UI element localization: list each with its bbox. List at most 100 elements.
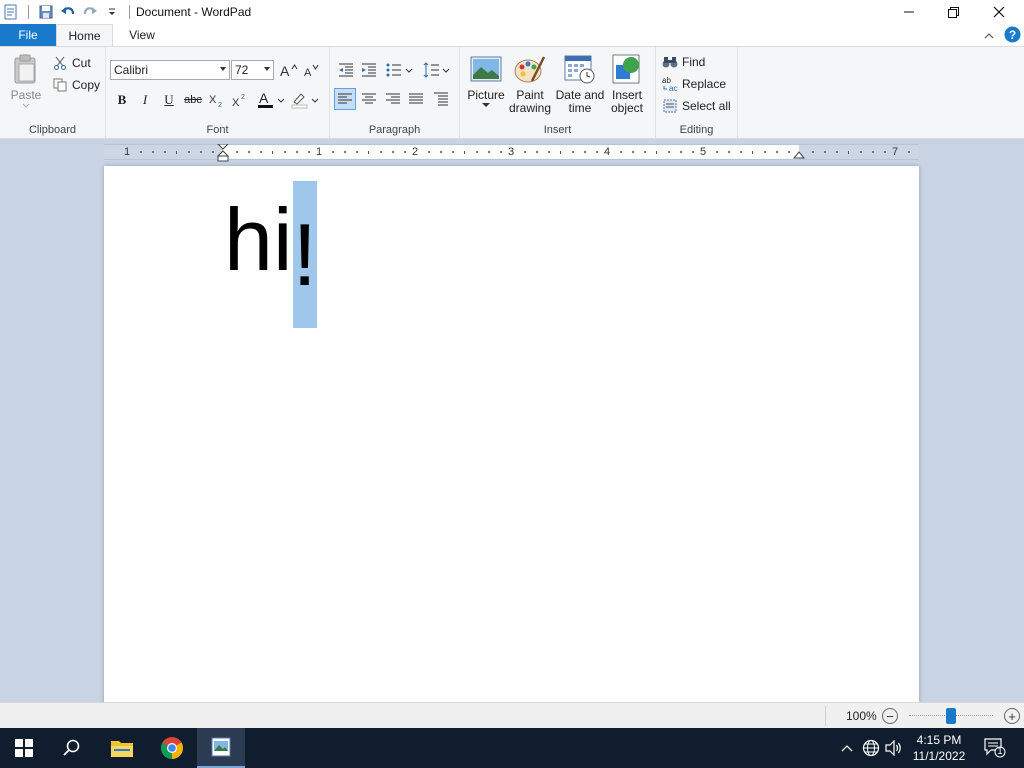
paste-icon [14, 54, 36, 84]
network-button[interactable] [861, 738, 881, 758]
clock[interactable]: 4:15 PM 11/1/2022 [905, 732, 973, 764]
subscript-button[interactable]: X2 [206, 89, 228, 111]
paragraph-settings-button[interactable] [430, 88, 452, 110]
picture-icon [470, 56, 502, 82]
tab-file[interactable]: File [0, 24, 56, 46]
ruler[interactable]: 1 1 2 3 4 5 7 [104, 144, 919, 162]
copy-button[interactable]: Copy [52, 75, 100, 95]
zoom-level[interactable]: 100% [846, 709, 877, 723]
clipboard-group: Paste Cut Copy Clipboard [0, 47, 106, 139]
ruler-tick [884, 151, 886, 153]
notification-count-badge: 1 [997, 746, 1003, 756]
ruler-tick [332, 151, 334, 153]
wordpad-app-icon[interactable] [0, 1, 22, 23]
cut-button[interactable]: Cut [52, 53, 91, 73]
paint-drawing-button[interactable]: Paint drawing [508, 53, 552, 115]
grow-font-button[interactable]: A [278, 59, 300, 81]
align-left-button[interactable] [334, 88, 356, 110]
ruler-number: 4 [604, 146, 611, 158]
text-color-button[interactable]: A [256, 89, 288, 111]
underline-button[interactable]: U [158, 89, 180, 111]
search-button[interactable] [48, 728, 96, 768]
paste-button[interactable]: Paste [8, 53, 44, 109]
start-button[interactable] [0, 728, 48, 768]
decrease-indent-icon [339, 63, 353, 77]
help-icon[interactable]: ? [1004, 26, 1021, 46]
redo-icon[interactable] [79, 1, 101, 23]
picture-button[interactable]: Picture [466, 53, 506, 108]
strikethrough-button[interactable]: abc [182, 89, 204, 111]
ruler-tick [380, 151, 382, 153]
ruler-tick [716, 151, 718, 153]
customize-qat-icon[interactable] [101, 1, 123, 23]
ruler-tick [392, 151, 394, 153]
document-page[interactable]: hi! [104, 166, 919, 702]
justify-icon [409, 93, 423, 104]
action-center-button[interactable]: 1 [983, 738, 1007, 758]
ruler-tick [788, 151, 790, 153]
highlight-color-button[interactable] [290, 89, 322, 111]
ruler-tick [908, 151, 910, 153]
search-icon [63, 739, 80, 756]
find-button[interactable]: Find [662, 52, 705, 72]
align-center-button[interactable] [358, 88, 380, 110]
ribbon-tabs: File Home View ? [0, 24, 1024, 46]
justify-button[interactable] [405, 88, 427, 110]
datetime-label-line2: time [568, 101, 592, 115]
date-time-button[interactable]: Date and time [554, 53, 606, 115]
ruler-number: 2 [412, 146, 419, 158]
superscript-button[interactable]: X2 [229, 89, 251, 111]
ruler-number: 3 [508, 146, 515, 158]
insert-object-button[interactable]: Insert object [608, 53, 646, 115]
italic-button[interactable]: I [134, 89, 156, 111]
document-text[interactable]: hi! [224, 181, 317, 328]
selected-text: ! [292, 181, 317, 328]
chrome-button[interactable] [148, 728, 196, 768]
shrink-font-button[interactable]: A [300, 59, 322, 81]
font-family-select[interactable]: Calibri [110, 60, 230, 80]
file-explorer-button[interactable] [98, 728, 146, 768]
line-spacing-button[interactable] [422, 59, 452, 81]
insert-group-label: Insert [543, 124, 572, 136]
calendar-clock-icon [564, 55, 595, 84]
paragraph-dialog-icon [434, 92, 448, 106]
font-size-select[interactable]: 72 [231, 60, 274, 80]
editing-group-label: Editing [679, 124, 714, 136]
wordpad-taskbar-button[interactable] [197, 728, 245, 768]
undo-icon[interactable] [57, 1, 79, 23]
minimize-ribbon-icon[interactable] [984, 29, 994, 43]
bold-button[interactable]: B [111, 89, 133, 111]
restore-button[interactable] [930, 0, 976, 24]
superscript-icon: X2 [232, 94, 245, 107]
indent-marker-icon[interactable] [217, 144, 229, 162]
ruler-tick [260, 151, 262, 153]
minimize-button[interactable] [886, 0, 932, 24]
font-family-value: Calibri [114, 63, 149, 77]
svg-text:A: A [280, 63, 290, 77]
clipboard-group-label: Clipboard [28, 124, 77, 136]
decrease-indent-button[interactable] [335, 59, 357, 81]
ruler-tick [284, 151, 286, 153]
tab-view[interactable]: View [120, 24, 164, 46]
paint-palette-icon [514, 56, 546, 83]
show-hidden-icons-button[interactable] [837, 738, 857, 758]
windows-logo-icon [15, 739, 33, 757]
replace-button[interactable]: ab ac Replace [662, 74, 726, 94]
select-all-button[interactable]: Select all [662, 96, 731, 116]
save-icon[interactable] [35, 1, 57, 23]
taskbar: 4:15 PM 11/1/2022 1 [0, 728, 1024, 768]
replace-icon: ab ac [662, 76, 678, 92]
zoom-out-button[interactable]: − [882, 708, 898, 724]
align-right-button[interactable] [382, 88, 404, 110]
tab-home[interactable]: Home [56, 24, 113, 46]
bullets-button[interactable] [385, 59, 415, 81]
right-indent-marker-icon[interactable] [793, 149, 805, 159]
ruler-tick [680, 151, 682, 153]
zoom-in-button[interactable]: + [1004, 708, 1020, 724]
volume-button[interactable] [884, 738, 904, 758]
close-button[interactable] [976, 0, 1022, 24]
increase-indent-button[interactable] [358, 59, 380, 81]
increase-indent-icon [362, 63, 376, 77]
zoom-slider-thumb[interactable] [946, 708, 956, 724]
ruler-tick [596, 151, 598, 153]
